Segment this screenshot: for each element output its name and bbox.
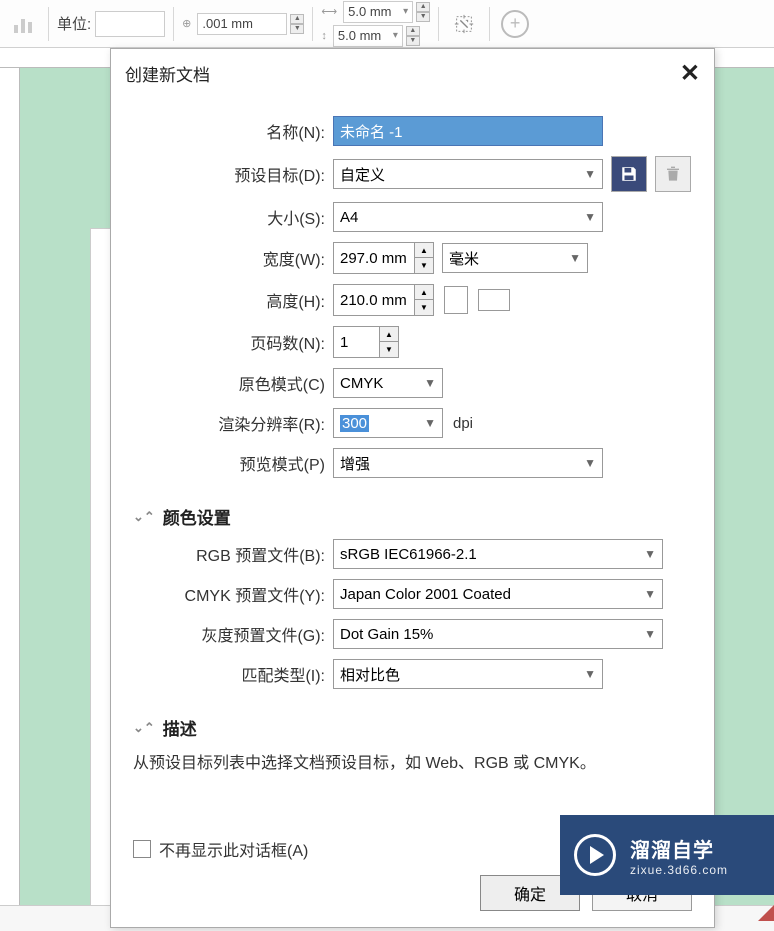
close-icon[interactable]: ✕	[680, 59, 700, 88]
dont-show-label: 不再显示此对话框(A)	[159, 837, 308, 861]
color-section-header[interactable]: ⌄⌃颜色设置	[133, 504, 692, 529]
intent-combo[interactable]: 相对比色▼	[333, 659, 603, 689]
dim-x-spinner[interactable]: ▲▼	[416, 2, 430, 22]
colormode-label: 原色模式(C)	[133, 371, 333, 395]
dim-y-spinner[interactable]: ▲▼	[406, 26, 420, 46]
collapse-icon: ⌄⌃	[133, 720, 155, 736]
add-icon[interactable]: +	[498, 7, 532, 41]
intent-label: 匹配类型(I):	[133, 662, 333, 686]
size-label: 大小(S):	[133, 205, 333, 229]
gray-label: 灰度预置文件(G):	[133, 622, 333, 646]
dialog-title: 创建新文档	[125, 61, 210, 86]
delete-preset-button[interactable]	[655, 156, 691, 192]
precision-input[interactable]: .001 mm	[197, 13, 287, 35]
rgb-combo[interactable]: sRGB IEC61966-2.1▼	[333, 539, 663, 569]
description-text: 从预设目标列表中选择文档预设目标，如 Web、RGB 或 CMYK。	[133, 750, 692, 777]
width-label: 宽度(W):	[133, 246, 333, 270]
pages-label: 页码数(N):	[133, 330, 333, 354]
collapse-icon: ⌄⌃	[133, 509, 155, 525]
cmyk-combo[interactable]: Japan Color 2001 Coated▼	[333, 579, 663, 609]
preset-combo[interactable]: 自定义▼	[333, 159, 603, 189]
corner-indicator	[758, 905, 774, 921]
save-preset-button[interactable]	[611, 156, 647, 192]
precision-spinner[interactable]: ▲▼	[290, 14, 304, 34]
play-icon	[574, 834, 616, 876]
width-input[interactable]: ▲▼	[333, 242, 434, 274]
preview-combo[interactable]: 增强▼	[333, 448, 603, 478]
target-icon: ⊕	[182, 17, 191, 30]
watermark-badge: 溜溜自学 zixue.3d66.com	[560, 815, 774, 895]
portrait-button[interactable]	[444, 286, 468, 314]
preset-label: 预设目标(D):	[133, 162, 333, 186]
height-label: 高度(H):	[133, 288, 333, 312]
top-toolbar: 单位: ⊕ .001 mm ▲▼ ⟷ 5.0 mm▾ ▲▼ ↕ 5.0 mm▾ …	[0, 0, 774, 48]
dont-show-checkbox[interactable]	[133, 840, 151, 858]
rgb-label: RGB 预置文件(B):	[133, 542, 333, 566]
ruler-vertical	[0, 68, 20, 931]
new-document-dialog: 创建新文档 ✕ 名称(N): 预设目标(D): 自定义▼ 大小(S): A4▼ …	[110, 48, 715, 928]
watermark-sub: zixue.3d66.com	[630, 863, 728, 877]
watermark-title: 溜溜自学	[630, 834, 728, 863]
dim-x-input[interactable]: 5.0 mm▾	[343, 1, 413, 23]
width-unit-combo[interactable]: 毫米▼	[442, 243, 588, 273]
resolution-combo[interactable]: 300▼	[333, 408, 443, 438]
snap-icon[interactable]	[447, 7, 481, 41]
resolution-unit: dpi	[453, 415, 473, 432]
cmyk-label: CMYK 预置文件(Y):	[133, 582, 333, 606]
pages-input[interactable]: ▲▼	[333, 326, 399, 358]
resolution-label: 渲染分辨率(R):	[133, 411, 333, 435]
desc-section-header[interactable]: ⌄⌃描述	[133, 715, 692, 740]
chart-icon[interactable]	[6, 7, 40, 41]
dim-y-input[interactable]: 5.0 mm▾	[333, 25, 403, 47]
height-input[interactable]: ▲▼	[333, 284, 434, 316]
unit-label: 单位:	[57, 13, 91, 34]
dim-x-icon: ⟷	[321, 5, 337, 18]
name-label: 名称(N):	[133, 119, 333, 143]
gray-combo[interactable]: Dot Gain 15%▼	[333, 619, 663, 649]
colormode-combo[interactable]: CMYK▼	[333, 368, 443, 398]
landscape-button[interactable]	[478, 289, 510, 311]
dim-y-icon: ↕	[321, 30, 327, 42]
precision-group: ⊕ .001 mm ▲▼	[182, 13, 304, 35]
size-combo[interactable]: A4▼	[333, 202, 603, 232]
unit-combo[interactable]	[95, 11, 165, 37]
name-input[interactable]	[333, 116, 603, 146]
preview-label: 预览模式(P)	[133, 451, 333, 475]
